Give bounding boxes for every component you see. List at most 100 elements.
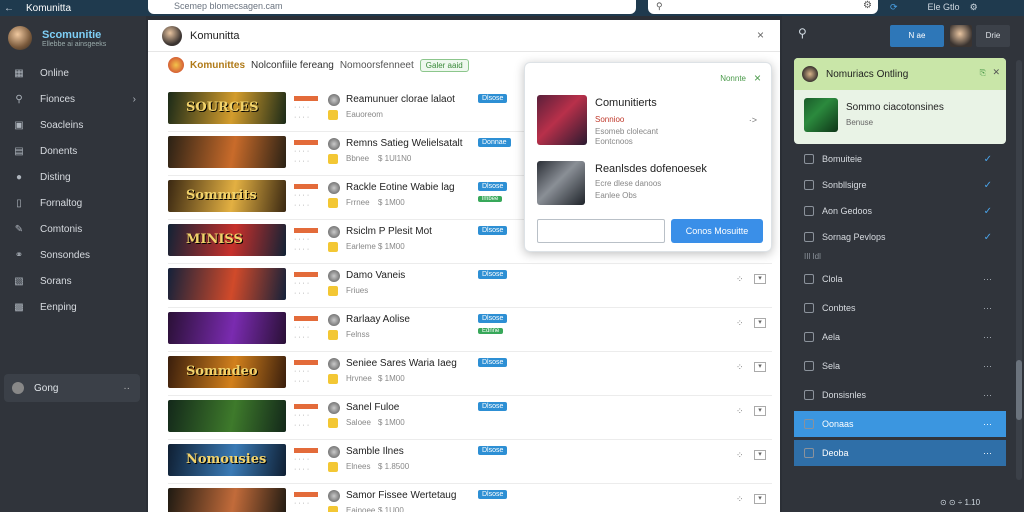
right-item[interactable]: Conbtes ··· [794, 295, 1006, 321]
gear-icon[interactable]: ⚙ [863, 0, 872, 11]
move-icon[interactable]: ⁘ [736, 406, 744, 417]
move-icon[interactable]: ⁘ [736, 318, 744, 329]
sidebar-item-3[interactable]: ▤ Donents [0, 138, 146, 164]
scrollbar-thumb[interactable] [1016, 360, 1022, 420]
list-item[interactable]: · · · ·· · · · Samor Fissee Wertetaug Eain… [168, 484, 772, 512]
row-chip-2[interactable]: lmbee [478, 196, 503, 202]
chevron-right-icon[interactable]: › [133, 94, 136, 105]
more-icon[interactable]: ··· [983, 361, 992, 371]
row-chip[interactable]: Donnae [478, 138, 511, 147]
sidebar-item-0[interactable]: ▦ Online [0, 60, 146, 86]
right-item[interactable]: Sornag Pevlops ✓ [794, 224, 1006, 250]
row-title[interactable]: Rarlaay Aolise [346, 314, 410, 325]
list-item[interactable]: Sommdeo · · · · · · · · Seniee Sares Waria … [168, 352, 772, 396]
top-right-label[interactable]: Ele Gtlo [928, 2, 960, 12]
row-chip[interactable]: Dlsose [478, 358, 508, 367]
row-title[interactable]: Damo Vaneis [346, 270, 405, 281]
right-item[interactable]: Sonbllsigre ✓ [794, 172, 1006, 198]
popup-head-mark[interactable]: Nonnte [720, 74, 746, 83]
right-item[interactable]: Deoba ··· [794, 440, 1006, 466]
row-chip[interactable]: Dlsose [478, 270, 508, 279]
more-icon[interactable]: ·· [123, 383, 130, 394]
row-title[interactable]: Samble Ilnes [346, 446, 404, 457]
row-dropdown-button[interactable]: ▾ [754, 274, 766, 284]
row-chip[interactable]: Dlsose [478, 490, 508, 499]
row-title[interactable]: Rsiclm P Plesit Mot [346, 226, 432, 237]
brand[interactable]: Scomunitie Ellebbe ai ainsgeeks [0, 16, 146, 60]
row-dropdown-button[interactable]: ▾ [754, 406, 766, 416]
more-icon[interactable]: ··· [983, 332, 992, 342]
list-item[interactable]: Nomousies · · · · · · · · Samble Ilnes Elnee… [168, 440, 772, 484]
row-title[interactable]: Remns Satieg Welielsatalt [346, 138, 463, 149]
right-item[interactable]: Aela ··· [794, 324, 1006, 350]
sidebar-item-9[interactable]: ▩ Eenping [0, 294, 146, 320]
row-title[interactable]: Samor Fissee Wertetaug [346, 490, 456, 501]
sidebar-item-7[interactable]: ⚭ Sonsondes [0, 242, 146, 268]
community-card[interactable]: Nomuriacs Ontling ⎘ ✕ Sommo ciacotonsine… [794, 58, 1006, 144]
row-title[interactable]: Seniee Sares Waria Iaeg [346, 358, 457, 369]
sidebar-item-8[interactable]: ▧ Sorans [0, 268, 146, 294]
move-icon[interactable]: ⁘ [736, 450, 744, 461]
close-icon[interactable]: × [757, 28, 764, 42]
popup-close-icon[interactable]: × [754, 71, 761, 85]
move-icon[interactable]: ⁘ [736, 274, 744, 285]
right-item[interactable]: Bomuiteie ✓ [794, 146, 1006, 172]
popup-input[interactable] [537, 219, 665, 243]
check-icon[interactable]: ✓ [984, 232, 992, 243]
more-icon[interactable]: ··· [983, 303, 992, 313]
right-item[interactable]: Aon Gedoos ✓ [794, 198, 1006, 224]
back-icon[interactable]: ← [4, 3, 16, 14]
right-item[interactable]: Sela ··· [794, 353, 1006, 379]
search-icon[interactable]: ⚲ [798, 26, 807, 40]
close-icon[interactable]: ✕ [992, 67, 1000, 78]
row-dropdown-button[interactable]: ▾ [754, 450, 766, 460]
sidebar-item-4[interactable]: ● Disting [0, 164, 146, 190]
row-chip[interactable]: Dlsose [478, 446, 508, 455]
list-item[interactable]: · · · · · · · · Damo Vaneis Friues Dlsose ⁘ ▾ [168, 264, 772, 308]
sidebar-item-1[interactable]: ⚲ Fionces › [0, 86, 146, 112]
sidebar-item-6[interactable]: ✎ Comtonis [0, 216, 146, 242]
site-name[interactable]: Komunittes [190, 60, 245, 71]
row-chip[interactable]: Dlsose [478, 182, 508, 191]
site-badge[interactable]: Galer aaid [419, 58, 469, 72]
check-icon[interactable]: ✓ [984, 180, 992, 191]
sidebar-item-2[interactable]: ▣ Soacleins [0, 112, 146, 138]
popup-submit-button[interactable]: Conos Mosuitte [671, 219, 763, 243]
settings-icon[interactable]: ⚙ [970, 2, 978, 13]
secondary-button[interactable]: Drie [976, 25, 1010, 47]
row-chip[interactable]: Dlsose [478, 314, 508, 323]
right-item[interactable]: Oonaas ··· [794, 411, 1006, 437]
arrow-icon[interactable]: ·> [749, 115, 757, 125]
row-dropdown-button[interactable]: ▾ [754, 494, 766, 504]
check-icon[interactable]: ✓ [984, 206, 992, 217]
row-chip[interactable]: Dlsose [478, 94, 508, 103]
primary-button[interactable]: N ae [890, 25, 944, 47]
row-dropdown-button[interactable]: ▾ [754, 318, 766, 328]
row-title[interactable]: Reamunuer clorae lalaot [346, 94, 455, 105]
right-item[interactable]: Clola ··· [794, 266, 1006, 292]
right-item[interactable]: Donsisnles ··· [794, 382, 1006, 408]
row-title[interactable]: Rackle Eotine Wabie lag [346, 182, 455, 193]
more-icon[interactable]: ··· [983, 390, 992, 400]
row-dropdown-button[interactable]: ▾ [754, 362, 766, 372]
more-icon[interactable]: ··· [983, 419, 992, 429]
more-icon[interactable]: ··· [983, 448, 992, 458]
move-icon[interactable]: ⁘ [736, 362, 744, 373]
url-bar[interactable]: Scemep blomecsagen.cam [148, 0, 636, 14]
top-search-bar[interactable]: ⚲ ⚙ [648, 0, 878, 14]
sync-icon[interactable]: ⟳ [890, 2, 898, 13]
left-footer-item[interactable]: Gong ·· [4, 374, 140, 402]
more-icon[interactable]: ··· [983, 274, 992, 284]
list-item[interactable]: · · · · · · · · Rarlaay Aolise Felnss Dlsose… [168, 308, 772, 352]
check-icon[interactable]: ✓ [984, 154, 992, 165]
sidebar-item-5[interactable]: ▯ Fornaltog [0, 190, 146, 216]
share-icon[interactable]: ⎘ [980, 68, 986, 78]
popup-item[interactable]: Comunitierts Sonnioo Esomeb clolecant Eo… [537, 95, 763, 147]
list-item[interactable]: · · · · · · · · Sanel Fuloe Saloee $ 1M00 Dls… [168, 396, 772, 440]
popup-item[interactable]: Reanlsdes dofenoesek Ecre dlese danoos E… [537, 161, 763, 213]
row-chip[interactable]: Dlsose [478, 226, 508, 235]
row-chip[interactable]: Dlsose [478, 402, 508, 411]
user-avatar[interactable] [950, 25, 972, 47]
move-icon[interactable]: ⁘ [736, 494, 744, 505]
row-title[interactable]: Sanel Fuloe [346, 402, 399, 413]
